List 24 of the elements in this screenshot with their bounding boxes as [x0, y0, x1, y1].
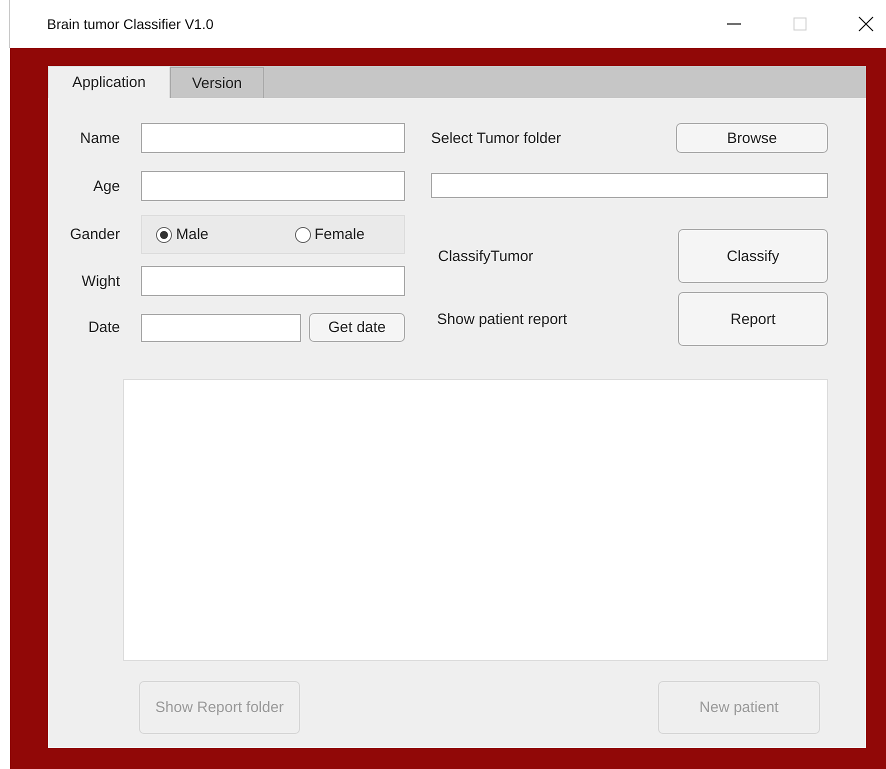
classify-label: ClassifyTumor — [438, 248, 534, 264]
radio-option[interactable]: Male — [156, 226, 209, 243]
tab[interactable]: Application — [48, 66, 170, 98]
input-field[interactable] — [141, 171, 405, 201]
maximize-icon[interactable] — [792, 16, 808, 32]
browse-button[interactable]: Browse — [676, 123, 828, 153]
date-field[interactable] — [141, 314, 301, 342]
classify-button[interactable]: Classify — [678, 229, 828, 283]
field-label: Age — [92, 178, 120, 194]
report-button[interactable]: Report — [678, 292, 828, 346]
get-date-button[interactable]: Get date — [309, 313, 405, 342]
field-label: Date — [87, 319, 120, 336]
input-field[interactable] — [141, 266, 405, 296]
report-label: Show patient report — [437, 310, 568, 328]
input-field[interactable] — [141, 123, 405, 153]
radio-option[interactable]: Female — [294, 226, 365, 243]
close-icon[interactable] — [858, 16, 874, 32]
tab[interactable]: Version — [170, 67, 264, 98]
folder-label: Select Tumor folder — [431, 130, 562, 146]
field-label: Name — [78, 130, 120, 146]
field-label: Gander — [68, 226, 120, 243]
window-title: Brain tumor Classifier V1.0 — [47, 16, 215, 32]
field-label: Wight — [80, 272, 120, 290]
folder-path-field[interactable] — [431, 173, 828, 198]
